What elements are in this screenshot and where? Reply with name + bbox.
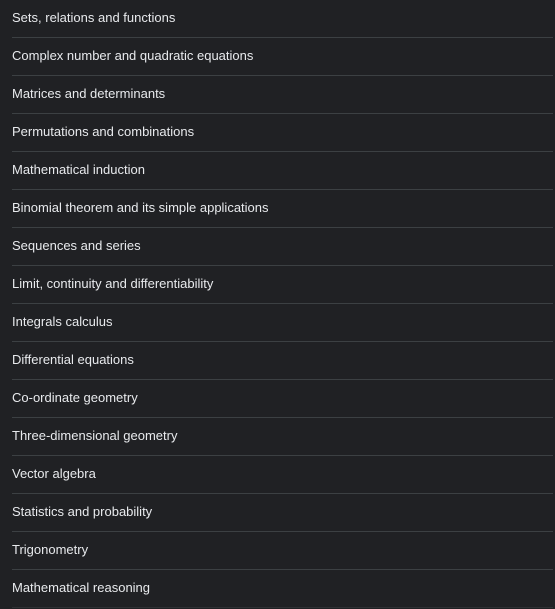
list-item[interactable]: Limit, continuity and differentiability xyxy=(12,266,553,304)
topic-label: Mathematical induction xyxy=(12,161,145,177)
topic-label: Matrices and determinants xyxy=(12,85,166,101)
list-item[interactable]: Mathematical induction xyxy=(12,152,553,190)
list-item[interactable]: Sequences and series xyxy=(12,228,553,266)
list-item[interactable]: Matrices and determinants xyxy=(12,76,553,114)
topic-label: Differential equations xyxy=(12,351,134,367)
topic-label: Mathematical reasoning xyxy=(12,579,151,595)
list-item[interactable]: Complex number and quadratic equations xyxy=(12,38,553,76)
topic-label: Statistics and probability xyxy=(12,503,153,519)
list-item[interactable]: Vector algebra xyxy=(12,456,553,494)
topic-label: Complex number and quadratic equations xyxy=(12,47,254,63)
list-item[interactable]: Binomial theorem and its simple applicat… xyxy=(12,190,553,228)
topic-list: Sets, relations and functions Complex nu… xyxy=(0,0,555,609)
topic-label: Binomial theorem and its simple applicat… xyxy=(12,199,269,215)
list-item[interactable]: Three-dimensional geometry xyxy=(12,418,553,456)
topic-label: Co-ordinate geometry xyxy=(12,389,138,405)
list-item[interactable]: Co-ordinate geometry xyxy=(12,380,553,418)
list-item[interactable]: Integrals calculus xyxy=(12,304,553,342)
topic-label: Limit, continuity and differentiability xyxy=(12,275,214,291)
list-item[interactable]: Permutations and combinations xyxy=(12,114,553,152)
list-item[interactable]: Sets, relations and functions xyxy=(12,0,553,38)
topic-label: Integrals calculus xyxy=(12,313,113,329)
list-item[interactable]: Mathematical reasoning xyxy=(12,570,553,608)
topic-label: Permutations and combinations xyxy=(12,123,195,139)
topic-label: Sequences and series xyxy=(12,237,141,253)
topic-label: Vector algebra xyxy=(12,465,96,481)
list-item[interactable]: Statistics and probability xyxy=(12,494,553,532)
list-item[interactable]: Trigonometry xyxy=(12,532,553,570)
topic-label: Trigonometry xyxy=(12,541,89,557)
topic-label: Three-dimensional geometry xyxy=(12,427,178,443)
topic-label: Sets, relations and functions xyxy=(12,9,176,25)
list-item[interactable]: Differential equations xyxy=(12,342,553,380)
